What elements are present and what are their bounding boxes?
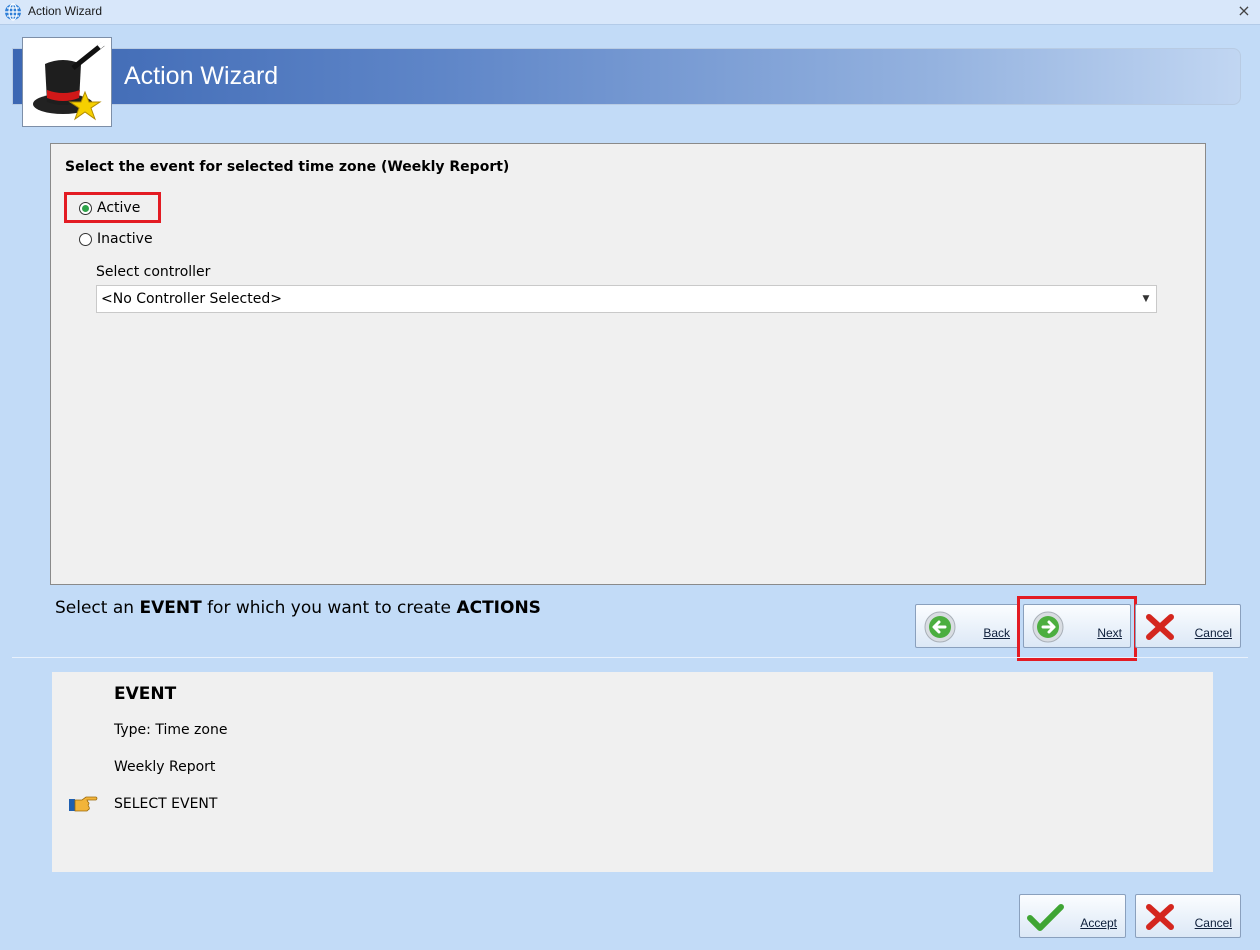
- footer-cancel-button[interactable]: Cancel: [1135, 894, 1241, 938]
- highlight-box-next: [1017, 596, 1137, 661]
- window-close-button[interactable]: ×: [1234, 1, 1254, 20]
- accept-button[interactable]: Accept: [1019, 894, 1126, 938]
- back-arrow-icon: [924, 611, 956, 643]
- event-summary-panel: EVENT Type: Time zone Weekly Report SELE…: [52, 672, 1213, 872]
- controller-field-label: Select controller: [96, 264, 211, 280]
- pointing-hand-icon: [69, 796, 98, 812]
- red-x-icon: [1146, 614, 1174, 640]
- event-summary-title: EVENT: [114, 684, 177, 704]
- window-titlebar: Action Wizard ×: [0, 0, 1260, 25]
- back-button-label: Back: [983, 626, 1010, 640]
- event-step: SELECT EVENT: [114, 796, 218, 812]
- footer-cancel-button-label: Cancel: [1194, 916, 1232, 930]
- radio-inactive[interactable]: Inactive: [79, 231, 153, 247]
- green-check-icon: [1027, 904, 1064, 931]
- red-x-icon: [1146, 904, 1174, 930]
- event-name: Weekly Report: [114, 759, 216, 775]
- app-globe-icon: [5, 3, 21, 21]
- section-separator: [12, 657, 1248, 658]
- magic-hat-star-icon: [22, 37, 112, 127]
- event-selection-panel: Select the event for selected time zone …: [50, 143, 1206, 585]
- accept-button-label: Accept: [1080, 916, 1117, 930]
- dropdown-arrow-icon[interactable]: ▼: [1137, 287, 1155, 311]
- wizard-instruction: Select an EVENT for which you want to cr…: [55, 598, 541, 618]
- instruction-emphasis-event: EVENT: [139, 598, 202, 618]
- radio-inactive-label: Inactive: [97, 231, 153, 247]
- radio-button-unchecked[interactable]: [79, 232, 92, 246]
- window-title: Action Wizard: [28, 4, 103, 18]
- controller-select[interactable]: <No Controller Selected> ▼: [96, 285, 1157, 313]
- event-type: Type: Time zone: [114, 722, 228, 738]
- cancel-button-label: Cancel: [1194, 626, 1232, 640]
- back-button[interactable]: Back: [915, 604, 1019, 648]
- panel-heading: Select the event for selected time zone …: [65, 159, 510, 175]
- highlight-box-active: [64, 192, 161, 223]
- controller-select-value: <No Controller Selected>: [101, 291, 282, 307]
- instruction-emphasis-actions: ACTIONS: [456, 598, 541, 618]
- wizard-header-title: Action Wizard: [124, 62, 279, 90]
- instruction-part1: Select an: [55, 598, 140, 618]
- cancel-button[interactable]: Cancel: [1135, 604, 1241, 648]
- instruction-part2: for which you want to create: [201, 598, 457, 618]
